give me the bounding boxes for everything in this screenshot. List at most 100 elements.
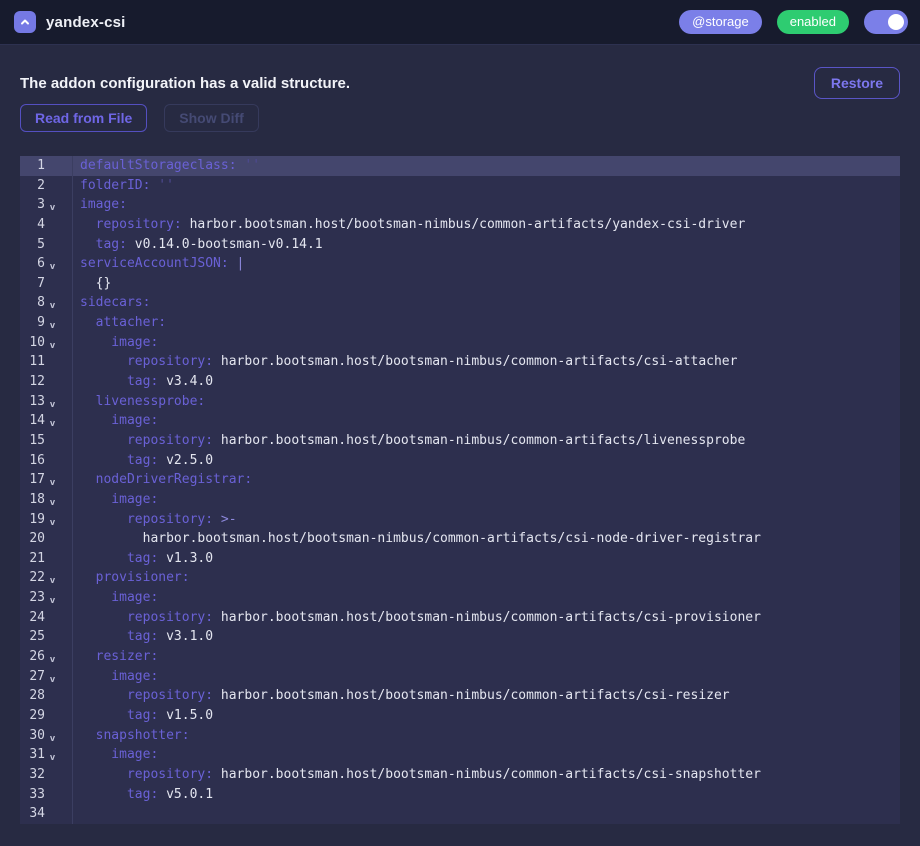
- line-gutter: 15: [20, 431, 73, 451]
- code-line[interactable]: 25 tag: v3.1.0: [20, 627, 900, 647]
- module-title: yandex-csi: [46, 14, 126, 31]
- fold-arrow-icon[interactable]: v: [45, 745, 67, 765]
- code-line[interactable]: 18v image:: [20, 490, 900, 510]
- line-number: 22: [20, 568, 45, 588]
- code-text: tag: v2.5.0: [73, 451, 213, 471]
- editor-actions: Read from File Show Diff: [20, 104, 900, 132]
- code-line[interactable]: 9v attacher:: [20, 313, 900, 333]
- fold-spacer: [45, 686, 67, 706]
- code-text: tag: v3.1.0: [73, 627, 213, 647]
- code-text: [73, 804, 80, 824]
- fold-spacer: [45, 706, 67, 726]
- fold-arrow-icon[interactable]: v: [45, 490, 67, 510]
- line-number: 6: [20, 254, 45, 274]
- chevron-up-icon: [19, 16, 31, 28]
- fold-spacer: [45, 765, 67, 785]
- code-line[interactable]: 26v resizer:: [20, 647, 900, 667]
- line-number: 3: [20, 195, 45, 215]
- fold-spacer: [45, 451, 67, 471]
- content: The addon configuration has a valid stru…: [0, 67, 920, 824]
- code-text: resizer:: [73, 647, 158, 667]
- code-line[interactable]: 28 repository: harbor.bootsman.host/boot…: [20, 686, 900, 706]
- code-text: sidecars:: [73, 293, 150, 313]
- line-gutter: 6v: [20, 254, 73, 274]
- fold-arrow-icon[interactable]: v: [45, 293, 67, 313]
- line-gutter: 26v: [20, 647, 73, 667]
- code-line[interactable]: 6vserviceAccountJSON: |: [20, 254, 900, 274]
- line-number: 34: [20, 804, 45, 824]
- fold-arrow-icon[interactable]: v: [45, 726, 67, 746]
- status-row: The addon configuration has a valid stru…: [20, 67, 900, 99]
- line-gutter: 14v: [20, 411, 73, 431]
- fold-arrow-icon[interactable]: v: [45, 647, 67, 667]
- line-gutter: 29: [20, 706, 73, 726]
- fold-arrow-icon[interactable]: v: [45, 313, 67, 333]
- read-from-file-button[interactable]: Read from File: [20, 104, 147, 132]
- fold-arrow-icon[interactable]: v: [45, 254, 67, 274]
- line-number: 1: [20, 156, 45, 176]
- code-text: attacher:: [73, 313, 166, 333]
- code-line[interactable]: 11 repository: harbor.bootsman.host/boot…: [20, 352, 900, 372]
- code-text: image:: [73, 333, 158, 353]
- code-line[interactable]: 19v repository: >-: [20, 510, 900, 530]
- fold-arrow-icon[interactable]: v: [45, 195, 67, 215]
- code-line[interactable]: 7 {}: [20, 274, 900, 294]
- code-line[interactable]: 23v image:: [20, 588, 900, 608]
- code-line[interactable]: 29 tag: v1.5.0: [20, 706, 900, 726]
- code-line[interactable]: 27v image:: [20, 667, 900, 687]
- line-gutter: 5: [20, 235, 73, 255]
- code-line[interactable]: 31v image:: [20, 745, 900, 765]
- code-line[interactable]: 3vimage:: [20, 195, 900, 215]
- collapse-button[interactable]: [14, 11, 36, 33]
- code-text: tag: v1.5.0: [73, 706, 213, 726]
- code-line[interactable]: 33 tag: v5.0.1: [20, 785, 900, 805]
- line-gutter: 3v: [20, 195, 73, 215]
- line-gutter: 4: [20, 215, 73, 235]
- code-line[interactable]: 21 tag: v1.3.0: [20, 549, 900, 569]
- line-number: 24: [20, 608, 45, 628]
- show-diff-button[interactable]: Show Diff: [164, 104, 259, 132]
- code-line[interactable]: 5 tag: v0.14.0-bootsman-v0.14.1: [20, 235, 900, 255]
- restore-button[interactable]: Restore: [814, 67, 900, 99]
- fold-arrow-icon[interactable]: v: [45, 411, 67, 431]
- fold-arrow-icon[interactable]: v: [45, 470, 67, 490]
- fold-arrow-icon[interactable]: v: [45, 588, 67, 608]
- code-line[interactable]: 1defaultStorageclass: '': [20, 156, 900, 176]
- code-text: repository: harbor.bootsman.host/bootsma…: [73, 686, 730, 706]
- code-line[interactable]: 12 tag: v3.4.0: [20, 372, 900, 392]
- code-line[interactable]: 13v livenessprobe:: [20, 392, 900, 412]
- fold-arrow-icon[interactable]: v: [45, 510, 67, 530]
- enabled-toggle[interactable]: [864, 10, 908, 34]
- code-editor[interactable]: 1defaultStorageclass: ''2folderID: ''3vi…: [20, 156, 900, 824]
- code-line[interactable]: 34: [20, 804, 900, 824]
- code-line[interactable]: 2folderID: '': [20, 176, 900, 196]
- line-gutter: 16: [20, 451, 73, 471]
- code-line[interactable]: 17v nodeDriverRegistrar:: [20, 470, 900, 490]
- code-line[interactable]: 16 tag: v2.5.0: [20, 451, 900, 471]
- code-text: repository: >-: [73, 510, 237, 530]
- code-line[interactable]: 15 repository: harbor.bootsman.host/boot…: [20, 431, 900, 451]
- fold-arrow-icon[interactable]: v: [45, 333, 67, 353]
- code-line[interactable]: 8vsidecars:: [20, 293, 900, 313]
- code-text: image:: [73, 588, 158, 608]
- fold-arrow-icon[interactable]: v: [45, 667, 67, 687]
- fold-spacer: [45, 431, 67, 451]
- line-number: 32: [20, 765, 45, 785]
- code-line[interactable]: 32 repository: harbor.bootsman.host/boot…: [20, 765, 900, 785]
- line-number: 9: [20, 313, 45, 333]
- line-gutter: 30v: [20, 726, 73, 746]
- fold-arrow-icon[interactable]: v: [45, 392, 67, 412]
- code-line[interactable]: 4 repository: harbor.bootsman.host/boots…: [20, 215, 900, 235]
- code-lines: 1defaultStorageclass: ''2folderID: ''3vi…: [20, 156, 900, 824]
- line-gutter: 20: [20, 529, 73, 549]
- fold-arrow-icon[interactable]: v: [45, 568, 67, 588]
- code-line[interactable]: 14v image:: [20, 411, 900, 431]
- code-line[interactable]: 24 repository: harbor.bootsman.host/boot…: [20, 608, 900, 628]
- code-line[interactable]: 20 harbor.bootsman.host/bootsman-nimbus/…: [20, 529, 900, 549]
- line-gutter: 31v: [20, 745, 73, 765]
- line-number: 29: [20, 706, 45, 726]
- line-gutter: 25: [20, 627, 73, 647]
- code-line[interactable]: 10v image:: [20, 333, 900, 353]
- code-line[interactable]: 30v snapshotter:: [20, 726, 900, 746]
- code-line[interactable]: 22v provisioner:: [20, 568, 900, 588]
